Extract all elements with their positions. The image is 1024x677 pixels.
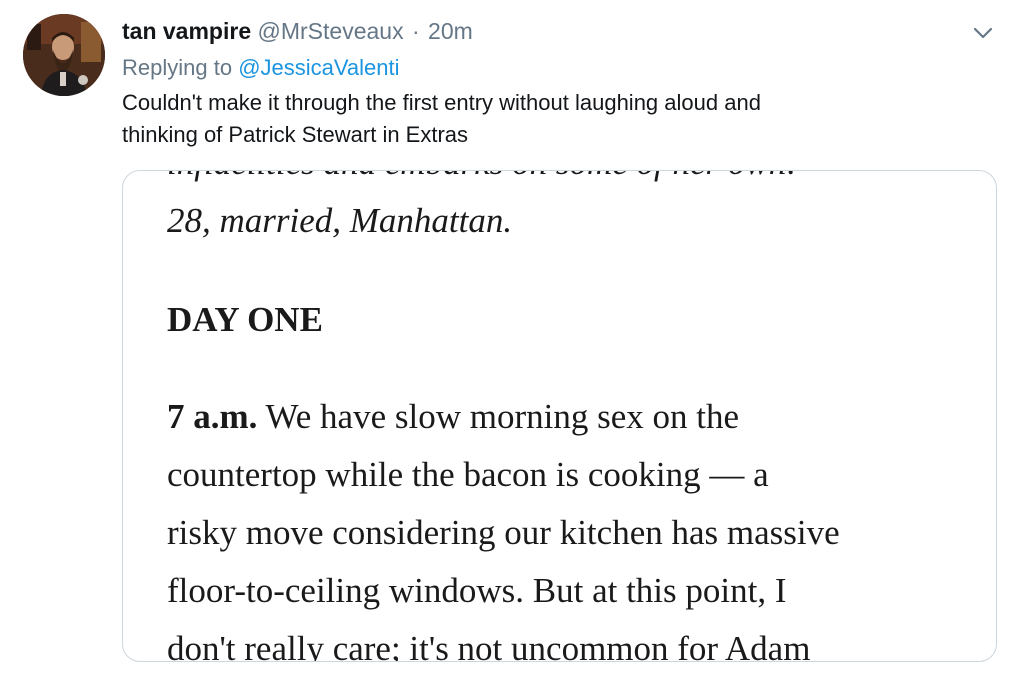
article-intro-line: 28, married, Manhattan. (167, 201, 513, 240)
article-screenshot: infidelities and embarks on some of her … (167, 171, 987, 662)
reply-prefix: Replying to (122, 55, 233, 80)
entry-line: We have slow morning sex on the (257, 397, 739, 436)
user-handle[interactable]: @MrSteveaux (258, 18, 404, 44)
reply-context: Replying to @JessicaValenti (122, 53, 400, 83)
reply-mention-link[interactable]: @JessicaValenti (238, 55, 399, 80)
entry-line: floor-to-ceiling windows. But at this po… (167, 571, 787, 610)
article-entry: 7 a.m. We have slow morning sex on the co… (167, 388, 987, 662)
entry-line: risky move considering our kitchen has m… (167, 513, 840, 552)
display-name[interactable]: tan vampire (122, 18, 251, 44)
tweet: tan vampire @MrSteveaux · 20m Replying t… (0, 0, 1024, 677)
entry-line: don't really care; it's not uncommon for… (167, 629, 811, 662)
tweet-text-line: thinking of Patrick Stewart in Extras (122, 122, 469, 147)
tweet-text-line: Couldn't make it through the first entry… (122, 90, 761, 115)
article-intro-line: infidelities and embarks on some of her … (167, 171, 987, 192)
separator-dot: · (411, 18, 420, 44)
article-heading: DAY ONE (167, 300, 323, 339)
chevron-down-icon (973, 27, 993, 39)
user-avatar-photo-icon (23, 14, 105, 96)
timestamp[interactable]: 20m (428, 18, 473, 44)
tweet-menu-button[interactable] (968, 18, 998, 48)
tweet-text: Couldn't make it through the first entry… (122, 87, 982, 151)
entry-time-label: 7 a.m. (167, 397, 258, 436)
tweet-header: tan vampire @MrSteveaux · 20m (122, 16, 473, 46)
tweet-media-image[interactable]: infidelities and embarks on some of her … (122, 170, 997, 662)
avatar[interactable] (23, 14, 105, 96)
entry-line: countertop while the bacon is cooking — … (167, 455, 769, 494)
